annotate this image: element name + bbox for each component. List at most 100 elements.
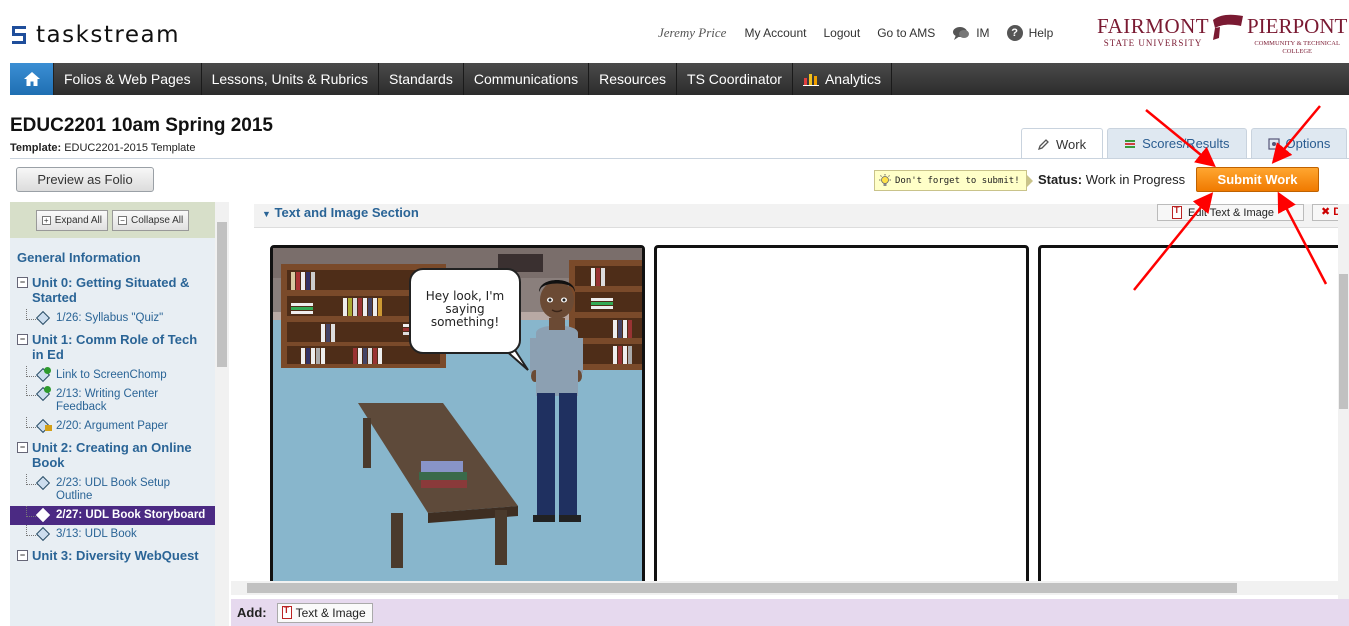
reminder-text: Don't forget to submit! <box>895 175 1020 186</box>
tab-options[interactable]: Options <box>1250 128 1348 158</box>
institution-logo: FAIRMONT STATE UNIVERSITY PIERPONT COMMU… <box>1097 14 1347 55</box>
text-doc-icon <box>1172 205 1182 219</box>
section-header: ▼ Text and Image Section Edit Text & Ima… <box>254 204 1349 228</box>
nav-ts-coordinator[interactable]: TS Coordinator <box>677 63 793 95</box>
section-title: Unit 1: Comm Role of Tech in Ed <box>32 332 198 362</box>
minus-icon: − <box>118 215 127 225</box>
lock-icon <box>45 425 52 431</box>
sidebar-item-general[interactable]: General Information <box>10 238 215 271</box>
nav-communications[interactable]: Communications <box>464 63 590 95</box>
tab-options-label: Options <box>1285 136 1331 151</box>
lightbulb-icon <box>879 173 891 186</box>
list-icon <box>1125 139 1136 148</box>
sidebar-section-unit3[interactable]: − Unit 3: Diversity WebQuest <box>10 544 215 567</box>
status-label: Status: <box>1038 172 1083 187</box>
pierpont-logo: PIERPONT COMMUNITY & TECHNICAL COLLEGE <box>1247 14 1347 55</box>
nav-analytics[interactable]: Analytics <box>793 63 892 95</box>
requirement-icon <box>35 507 51 523</box>
help-icon: ? <box>1006 25 1023 41</box>
storyboard-panel-2[interactable] <box>654 245 1029 581</box>
sidebar-item-udl-book[interactable]: 3/13: UDL Book <box>10 525 215 544</box>
add-label: Add: <box>237 605 267 620</box>
collapse-icon: − <box>17 277 28 288</box>
collapse-all-label: Collapse All <box>131 214 184 226</box>
tab-scores-results[interactable]: Scores/Results <box>1107 128 1247 158</box>
tab-divider <box>10 158 1349 159</box>
go-to-ams-link[interactable]: Go to AMS <box>877 26 935 40</box>
view-tabs: Work Scores/Results Options <box>1021 128 1348 159</box>
im-label: IM <box>976 26 990 40</box>
item-label: 3/13: UDL Book <box>56 528 137 540</box>
section-heading[interactable]: ▼ Text and Image Section <box>262 205 419 220</box>
nav-lessons[interactable]: Lessons, Units & Rubrics <box>202 63 379 95</box>
main-horizontal-scrollbar[interactable] <box>231 581 1338 595</box>
item-label: 2/20: Argument Paper <box>56 420 168 432</box>
nav-standards[interactable]: Standards <box>379 63 464 95</box>
tab-work[interactable]: Work <box>1021 128 1104 159</box>
item-label: 2/13: Writing Center Feedback <box>56 388 159 413</box>
im-link[interactable]: IM <box>952 26 990 41</box>
edit-label: Edit Text & Image <box>1188 206 1275 219</box>
sidebar-item-udl-storyboard[interactable]: 2/27: UDL Book Storyboard <box>10 506 215 525</box>
nav-folios[interactable]: Folios & Web Pages <box>54 63 202 95</box>
scroll-thumb[interactable] <box>1339 274 1348 409</box>
triangle-down-icon: ▼ <box>262 209 271 219</box>
item-label: Link to ScreenChomp <box>56 369 167 381</box>
item-label: 1/26: Syllabus "Quiz" <box>56 312 164 324</box>
storyboard-panel-1[interactable]: Hey look, I'm saying something! <box>270 245 645 581</box>
work-status: Status: Work in Progress <box>1038 172 1185 187</box>
template-line: Template: EDUC2201-2015 Template <box>10 142 195 154</box>
nav-resources[interactable]: Resources <box>589 63 678 95</box>
add-text-image-button[interactable]: Text & Image <box>276 602 373 623</box>
storyboard-panel-3[interactable] <box>1038 245 1338 581</box>
submit-work-button[interactable]: Submit Work <box>1196 167 1319 192</box>
template-value: EDUC2201-2015 Template <box>64 142 196 154</box>
my-account-link[interactable]: My Account <box>744 26 806 40</box>
section-heading-label: Text and Image Section <box>274 205 419 220</box>
user-name: Jeremy Price <box>658 25 727 40</box>
options-icon <box>1267 137 1280 150</box>
item-label: 2/23: UDL Book Setup Outline <box>56 477 171 502</box>
help-link[interactable]: ? Help <box>1006 25 1054 41</box>
sidebar-list: General Information − Unit 0: Getting Si… <box>10 238 215 567</box>
sidebar-item-writing-center[interactable]: 2/13: Writing Center Feedback <box>10 385 215 417</box>
collapse-all-button[interactable]: − Collapse All <box>112 209 190 231</box>
collapse-icon: − <box>17 550 28 561</box>
main-vertical-scrollbar[interactable] <box>1338 204 1349 599</box>
fairmont-sub: STATE UNIVERSITY <box>1103 38 1203 48</box>
complete-dot-icon <box>44 367 51 374</box>
pierpont-name: PIERPONT <box>1247 14 1348 38</box>
sidebar-toolbar: + Expand All − Collapse All <box>10 202 215 238</box>
logout-link[interactable]: Logout <box>823 26 860 40</box>
tab-scores-label: Scores/Results <box>1142 136 1230 151</box>
taskstream-logo-icon <box>10 24 28 46</box>
sidebar-section-unit1[interactable]: − Unit 1: Comm Role of Tech in Ed <box>10 328 215 366</box>
sidebar-section-unit2[interactable]: − Unit 2: Creating an Online Book <box>10 436 215 474</box>
expand-all-button[interactable]: + Expand All <box>35 209 108 231</box>
sidebar-item-argument-paper[interactable]: 2/20: Argument Paper <box>10 417 215 436</box>
scroll-thumb[interactable] <box>247 583 1237 593</box>
requirements-sidebar: + Expand All − Collapse All General Info… <box>10 202 215 626</box>
submit-reminder: Don't forget to submit! <box>874 170 1033 191</box>
help-label: Help <box>1028 26 1054 40</box>
requirement-icon <box>35 475 51 491</box>
speech-bubble[interactable]: Hey look, I'm saying something! <box>409 268 521 354</box>
fairmont-logo: FAIRMONT STATE UNIVERSITY <box>1097 14 1209 48</box>
add-toolbar: Add: Text & Image <box>231 599 1349 626</box>
logo-text: taskstream <box>36 22 181 48</box>
nav-analytics-label: Analytics <box>824 70 881 87</box>
edit-text-image-button[interactable]: Edit Text & Image <box>1157 204 1304 221</box>
sidebar-section-unit0[interactable]: − Unit 0: Getting Situated & Started <box>10 271 215 309</box>
sidebar-item-udl-setup[interactable]: 2/23: UDL Book Setup Outline <box>10 474 215 506</box>
main-nav: Folios & Web Pages Lessons, Units & Rubr… <box>10 63 1349 95</box>
page-title: EDUC2201 10am Spring 2015 <box>10 115 273 136</box>
storyboard-canvas: Hey look, I'm saying something! <box>254 230 1338 581</box>
taskstream-logo[interactable]: taskstream <box>10 22 180 48</box>
sidebar-item-syllabus-quiz[interactable]: 1/26: Syllabus "Quiz" <box>10 309 215 328</box>
home-button[interactable] <box>10 63 54 95</box>
sidebar-item-screenchomp[interactable]: Link to ScreenChomp <box>10 366 215 385</box>
scroll-thumb[interactable] <box>217 222 227 367</box>
preview-as-folio-button[interactable]: Preview as Folio <box>16 167 154 192</box>
sidebar-scrollbar[interactable] <box>215 202 229 626</box>
section-title: Unit 2: Creating an Online Book <box>32 440 192 470</box>
